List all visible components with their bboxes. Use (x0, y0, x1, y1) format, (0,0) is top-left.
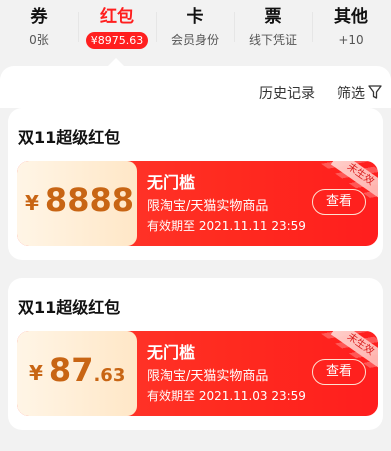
tab-label: 票 (264, 7, 282, 27)
threshold-text: 无门槛 (147, 173, 196, 192)
red-packet-card: 双11超级红包 未生效 ¥87.63 无门槛 限淘宝/天猫实物商品 有效期至 2… (8, 278, 383, 430)
tab-red-packets[interactable]: 红包 ¥8975.63 (78, 0, 156, 60)
validity-text: 有效期至 2021.11.03 23:59 (147, 389, 306, 403)
red-packet-coupon[interactable]: 未生效 ¥87.63 无门槛 限淘宝/天猫实物商品 有效期至 2021.11.0… (17, 331, 378, 416)
view-button[interactable]: 查看 (312, 359, 366, 385)
card-title: 双11超级红包 (18, 298, 121, 317)
amount: ¥8888 (25, 181, 134, 221)
top-tab-bar: 券 0张 红包 ¥8975.63 卡 会员身份 票 线下凭证 其他 +10 (0, 0, 391, 66)
tab-coupons[interactable]: 券 0张 (0, 0, 78, 60)
red-packet-coupon[interactable]: 未生效 ¥8888 无门槛 限淘宝/天猫实物商品 有效期至 2021.11.11… (17, 161, 378, 246)
amount-integer: 8888 (44, 181, 134, 219)
tab-tickets[interactable]: 票 线下凭证 (234, 0, 312, 60)
balance-badge: ¥8975.63 (85, 32, 149, 49)
view-button[interactable]: 查看 (312, 189, 366, 215)
card-title: 双11超级红包 (18, 128, 121, 147)
tab-subtitle: +10 (338, 33, 364, 47)
active-tab-caret (108, 58, 124, 66)
tab-subtitle: 会员身份 (170, 33, 219, 47)
red-packet-card: 双11超级红包 未生效 ¥8888 无门槛 限淘宝/天猫实物商品 有效期至 20… (8, 108, 383, 260)
tab-label: 券 (30, 7, 48, 27)
coupon-details: 无门槛 限淘宝/天猫实物商品 有效期至 2021.11.11 23:59 (147, 173, 306, 234)
tab-cards[interactable]: 卡 会员身份 (156, 0, 234, 60)
currency-symbol: ¥ (25, 191, 39, 215)
filter-bar: 历史记录 筛选 (0, 66, 391, 108)
scope-text: 限淘宝/天猫实物商品 (147, 199, 269, 214)
tab-label: 红包 (100, 7, 134, 27)
tab-subtitle: 0张 (29, 33, 49, 47)
validity-text: 有效期至 2021.11.11 23:59 (147, 219, 306, 233)
amount-integer: 87 (48, 351, 94, 389)
amount-stub: ¥87.63 (17, 331, 137, 416)
history-link[interactable]: 历史记录 (259, 83, 315, 103)
tab-label: 其他 (334, 7, 368, 27)
amount-decimal: .63 (93, 365, 126, 386)
amount-stub: ¥8888 (17, 161, 137, 246)
scope-text: 限淘宝/天猫实物商品 (147, 369, 269, 384)
currency-symbol: ¥ (29, 361, 43, 385)
filter-button[interactable]: 筛选 (337, 83, 365, 103)
threshold-text: 无门槛 (147, 343, 196, 362)
tab-others[interactable]: 其他 +10 (312, 0, 390, 60)
tab-label: 卡 (186, 7, 204, 27)
amount: ¥87.63 (29, 351, 125, 391)
filter-icon[interactable] (368, 84, 382, 100)
tab-subtitle: 线下凭证 (248, 33, 297, 47)
coupon-details: 无门槛 限淘宝/天猫实物商品 有效期至 2021.11.03 23:59 (147, 343, 306, 404)
